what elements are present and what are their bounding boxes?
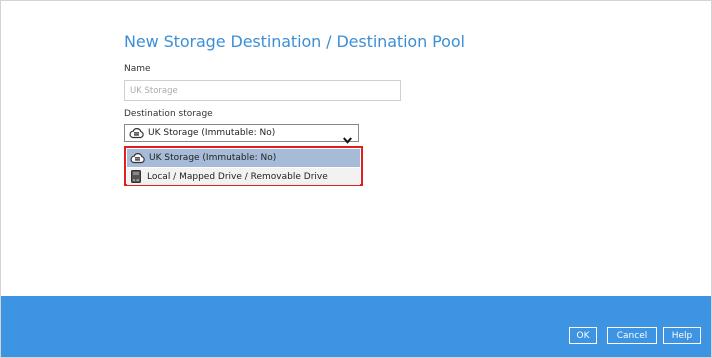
option-label: Local / Mapped Drive / Removable Drive bbox=[147, 171, 328, 182]
footer-bar bbox=[1, 296, 711, 357]
selected-storage-text: UK Storage (Immutable: No) bbox=[148, 128, 276, 138]
cloud-storage-icon bbox=[130, 152, 145, 164]
cancel-button[interactable]: Cancel bbox=[607, 327, 657, 344]
option-uk-storage[interactable]: UK Storage (Immutable: No) bbox=[127, 149, 360, 167]
name-input[interactable] bbox=[124, 80, 401, 101]
chevron-down-icon bbox=[343, 129, 352, 144]
name-label: Name bbox=[124, 64, 151, 74]
destination-storage-label: Destination storage bbox=[124, 109, 213, 119]
destination-storage-select[interactable]: UK Storage (Immutable: No) bbox=[124, 124, 359, 144]
destination-options-list: UK Storage (Immutable: No) Local / Mappe… bbox=[124, 146, 363, 186]
ok-button[interactable]: OK bbox=[569, 327, 597, 344]
dialog-title: New Storage Destination / Destination Po… bbox=[124, 32, 465, 51]
option-label: UK Storage (Immutable: No) bbox=[149, 153, 277, 163]
cloud-storage-icon bbox=[129, 127, 144, 139]
help-button[interactable]: Help bbox=[663, 327, 701, 344]
drive-icon bbox=[131, 170, 141, 183]
option-local-drive[interactable]: Local / Mapped Drive / Removable Drive bbox=[127, 167, 360, 185]
